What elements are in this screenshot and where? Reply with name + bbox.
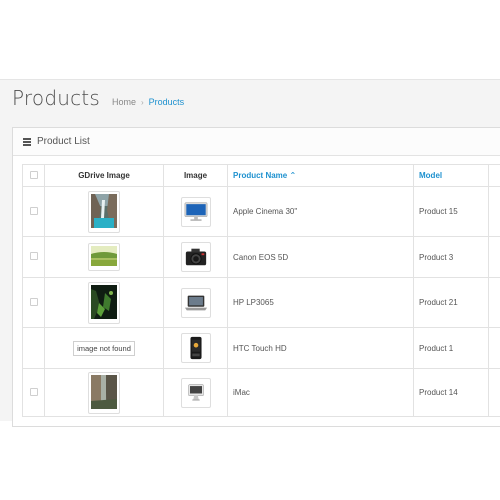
product-image-cell: [163, 327, 228, 369]
table-row: image not found HTC Touch HD Product 1: [22, 327, 500, 369]
row-select-cell: [22, 277, 45, 328]
product-name-cell: iMac: [227, 368, 414, 417]
breadcrumb-products-link[interactable]: Products: [149, 97, 185, 107]
table-row: Apple Cinema 30" Product 15: [22, 186, 500, 237]
column-header-model[interactable]: Model: [413, 164, 489, 187]
row-checkbox[interactable]: [29, 387, 38, 396]
product-table: GDrive Image Image Product Name ⌃ Model: [22, 164, 500, 417]
phone-icon: [189, 336, 202, 360]
table-row: Canon EOS 5D Product 3: [22, 236, 500, 278]
table-row: HP LP3065 Product 21: [22, 277, 500, 328]
product-image-cell: [163, 186, 228, 237]
product-image-cell: [163, 236, 228, 278]
more-cell: [488, 368, 500, 417]
more-cell: [488, 186, 500, 237]
product-thumbnail[interactable]: [180, 377, 211, 408]
gdrive-image-cell: [44, 186, 164, 237]
breadcrumb: Home › Products: [112, 97, 184, 107]
page-header: Products Home › Products: [12, 86, 184, 110]
gdrive-thumbnail[interactable]: [88, 190, 120, 233]
row-select-cell: [22, 327, 45, 369]
sort-asc-icon: ⌃: [289, 171, 297, 180]
row-checkbox[interactable]: [29, 252, 38, 260]
more-cell: [488, 236, 500, 278]
select-all-cell: [22, 164, 45, 187]
product-name-sort-link[interactable]: Product Name: [233, 171, 287, 180]
list-icon: [23, 137, 31, 146]
page-title: Products: [12, 86, 100, 110]
gdrive-thumbnail[interactable]: [88, 371, 120, 414]
breadcrumb-home-link[interactable]: Home: [112, 97, 136, 107]
gdrive-image-cell: [44, 368, 164, 417]
meadow-photo-icon: [91, 246, 117, 266]
product-name-cell: HP LP3065: [227, 277, 414, 328]
column-header-more: [488, 164, 500, 187]
laptop-icon: [184, 295, 207, 310]
column-header-image: Image: [163, 164, 228, 187]
gdrive-thumbnail[interactable]: [88, 243, 120, 271]
gdrive-image-cell: [44, 236, 164, 278]
breadcrumb-separator-icon: ›: [140, 97, 144, 107]
canyon-photo-icon: [91, 374, 117, 409]
gdrive-thumbnail[interactable]: [88, 281, 120, 324]
product-thumbnail[interactable]: [180, 196, 211, 227]
product-table-wrap: GDrive Image Image Product Name ⌃ Model: [22, 164, 500, 417]
camera-icon: [185, 248, 206, 266]
product-image-cell: [163, 277, 228, 328]
table-header-row: GDrive Image Image Product Name ⌃ Model: [22, 164, 500, 187]
product-name-cell: Canon EOS 5D: [227, 236, 414, 278]
more-cell: [488, 327, 500, 369]
product-list-panel: Product List GDrive Image Image Product …: [12, 127, 500, 427]
product-thumbnail[interactable]: [180, 333, 211, 363]
panel-title: Product List: [37, 136, 90, 147]
row-checkbox[interactable]: [29, 297, 38, 306]
row-checkbox[interactable]: [29, 206, 38, 215]
imac-icon: [187, 383, 204, 401]
panel-heading: Product List: [13, 128, 500, 156]
column-header-product-name[interactable]: Product Name ⌃: [227, 164, 414, 187]
model-cell: Product 3: [413, 236, 489, 278]
model-cell: Product 21: [413, 277, 489, 328]
table-row: iMac Product 14: [22, 368, 500, 417]
product-thumbnail[interactable]: [180, 242, 211, 272]
column-header-gdrive-image: GDrive Image: [44, 164, 164, 187]
more-cell: [488, 277, 500, 328]
model-cell: Product 15: [413, 186, 489, 237]
select-all-checkbox[interactable]: [29, 170, 38, 179]
content-area: Products Home › Products Product List GD…: [0, 79, 500, 427]
product-name-cell: Apple Cinema 30": [227, 186, 414, 237]
product-name-cell: HTC Touch HD: [227, 327, 414, 369]
model-cell: Product 1: [413, 327, 489, 369]
forest-photo-icon: [91, 284, 117, 319]
product-image-cell: [163, 368, 228, 417]
gdrive-image-cell: image not found: [44, 327, 164, 369]
row-select-cell: [22, 236, 45, 278]
monitor-icon: [184, 201, 207, 221]
waterfall-photo-icon: [91, 193, 117, 228]
image-not-found-label: image not found: [73, 340, 135, 356]
model-sort-link[interactable]: Model: [419, 171, 442, 180]
product-thumbnail[interactable]: [180, 287, 211, 318]
row-select-cell: [22, 186, 45, 237]
row-select-cell: [22, 368, 45, 417]
model-cell: Product 14: [413, 368, 489, 417]
gdrive-image-cell: [44, 277, 164, 328]
